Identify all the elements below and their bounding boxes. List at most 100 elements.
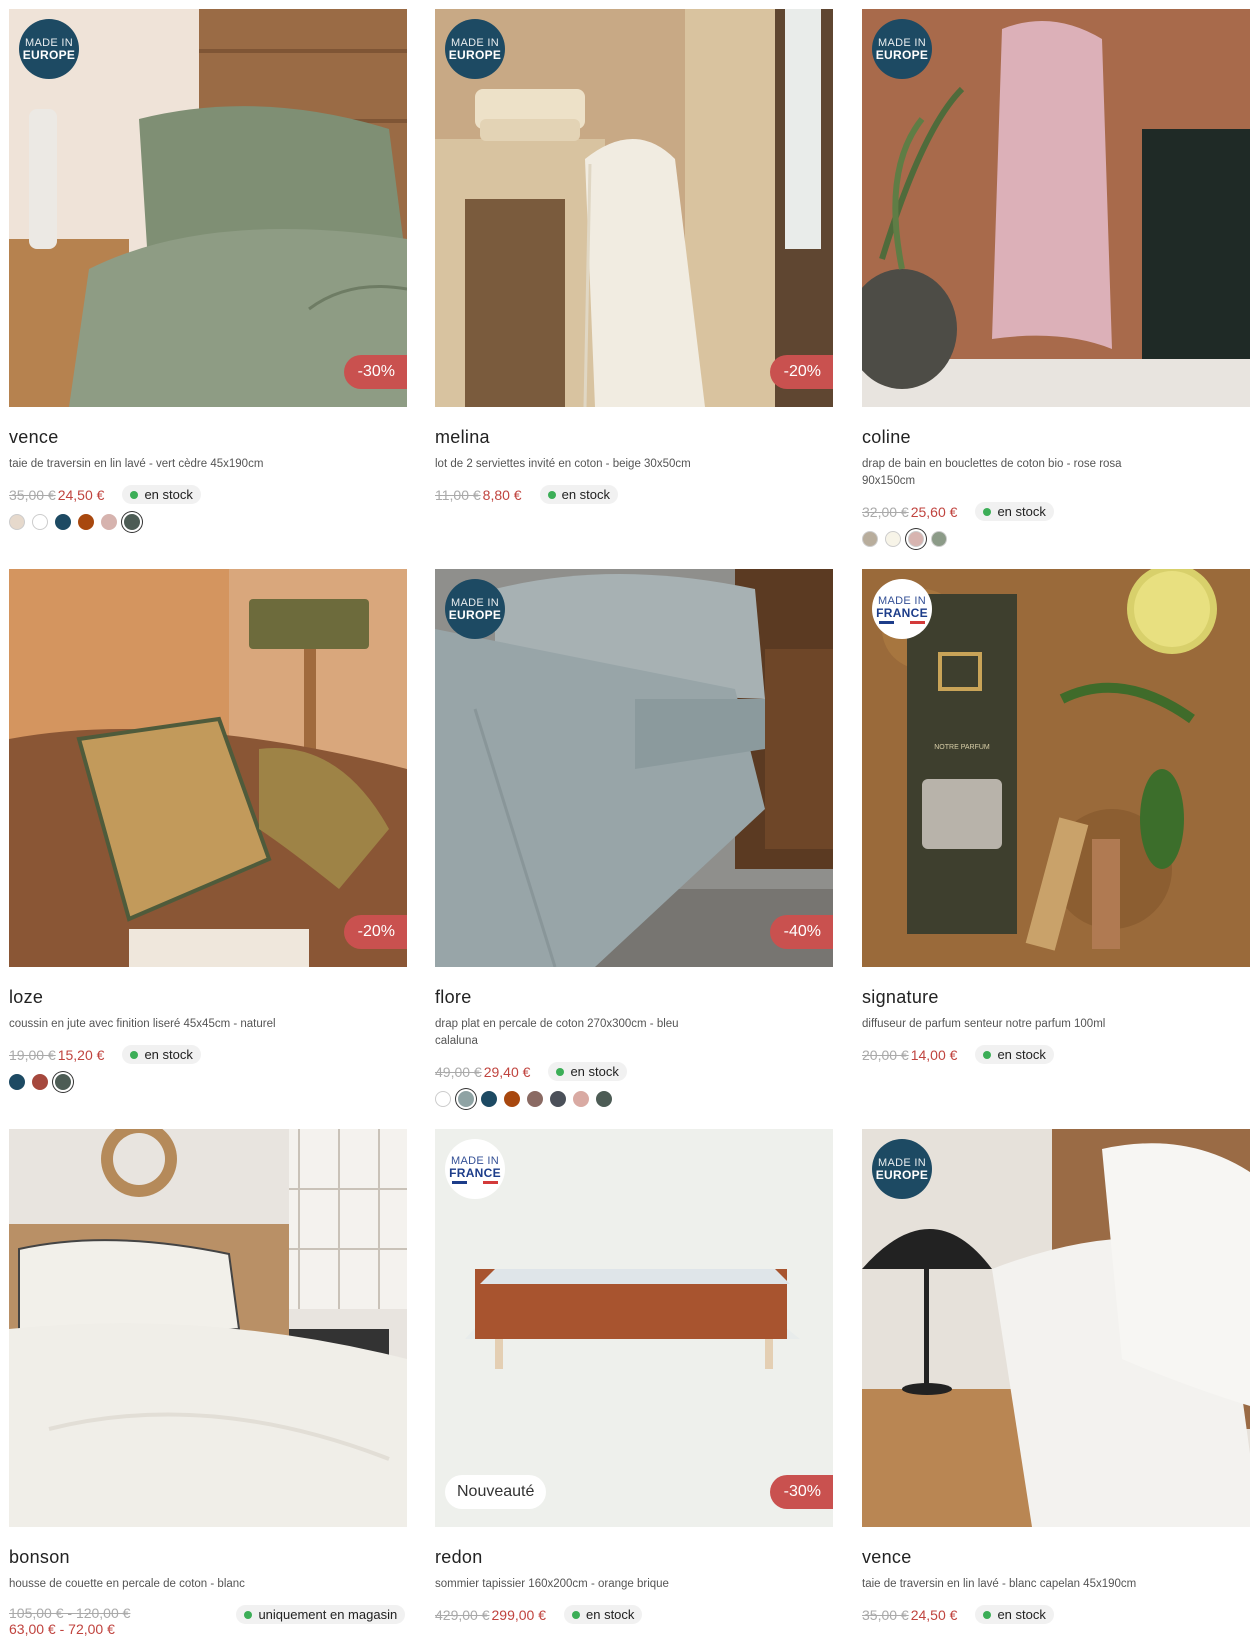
color-swatch-selected[interactable] [908, 531, 924, 547]
color-swatch[interactable] [55, 514, 71, 530]
made-in-badge: MADE IN FRANCE [872, 579, 932, 639]
color-swatch-selected[interactable] [458, 1091, 474, 1107]
color-swatch[interactable] [931, 531, 947, 547]
stock-dot-icon [983, 1050, 992, 1059]
discount-badge: -20% [769, 355, 833, 389]
color-swatch[interactable] [862, 531, 878, 547]
product-description: coussin en jute avec finition liseré 45x… [9, 1018, 276, 1030]
color-swatches [435, 1091, 833, 1107]
duvet-scene-image [9, 1129, 407, 1527]
new-price: 25,60 € [910, 503, 958, 520]
product-title[interactable]: redon [435, 1547, 833, 1568]
french-flag-icon [879, 620, 925, 624]
new-product-badge: Nouveauté [445, 1475, 547, 1509]
product-card[interactable]: -20% loze coussin en jute avec finition … [9, 569, 407, 1090]
color-swatch-selected[interactable] [124, 514, 140, 530]
old-price: 35,00 € [9, 486, 56, 503]
stock-badge: en stock [122, 485, 201, 504]
color-swatch[interactable] [885, 531, 901, 547]
cushion-scene-image [9, 569, 407, 967]
color-swatch[interactable] [9, 514, 25, 530]
product-title[interactable]: flore [435, 987, 833, 1008]
color-swatch[interactable] [435, 1091, 451, 1107]
stock-dot-icon [556, 1067, 565, 1076]
color-swatch[interactable] [550, 1091, 566, 1107]
new-price: 29,40 € [483, 1063, 531, 1080]
color-swatch-selected[interactable] [55, 1074, 71, 1090]
discount-badge: -30% [343, 355, 407, 389]
product-card[interactable]: MADE IN EUROPE -20% melina lot de 2 serv… [435, 9, 833, 504]
product-card[interactable]: MADE IN FRANCE Nouveauté -30% redon somm… [435, 1129, 833, 1624]
stock-badge: uniquement en magasin [236, 1605, 406, 1624]
old-price: 32,00 € [862, 503, 909, 520]
product-description: taie de traversin en lin lavé - blanc ca… [862, 1578, 1137, 1590]
made-in-badge: MADE IN EUROPE [445, 19, 505, 79]
new-price: 63,00 € - 72,00 € [9, 1621, 115, 1637]
product-title[interactable]: melina [435, 427, 833, 448]
product-description: sommier tapissier 160x200cm - orange bri… [435, 1578, 669, 1590]
product-description: diffuseur de parfum senteur notre parfum… [862, 1018, 1106, 1030]
product-title[interactable]: loze [9, 987, 407, 1008]
discount-badge: -20% [343, 915, 407, 949]
product-image[interactable]: MADE IN EUROPE [862, 1129, 1250, 1527]
color-swatch[interactable] [527, 1091, 543, 1107]
color-swatch[interactable] [9, 1074, 25, 1090]
made-in-badge: MADE IN EUROPE [19, 19, 79, 79]
product-image[interactable]: MADE IN EUROPE [862, 9, 1250, 407]
color-swatches [9, 514, 407, 530]
color-swatches [862, 531, 1250, 547]
color-swatch[interactable] [573, 1091, 589, 1107]
product-title[interactable]: vence [862, 1547, 1250, 1568]
product-title[interactable]: signature [862, 987, 1250, 1008]
product-card[interactable]: MADE IN EUROPE vence taie de traversin e… [862, 1129, 1250, 1624]
product-description: housse de couette en percale de coton - … [9, 1578, 245, 1590]
product-card[interactable]: MADE IN EUROPE -40% flore drap plat en p… [435, 569, 833, 1107]
product-card[interactable]: MADE IN EUROPE -30% vence taie de traver… [9, 9, 407, 530]
french-flag-icon [452, 1180, 498, 1184]
new-price: 24,50 € [57, 486, 105, 503]
stock-dot-icon [983, 507, 992, 516]
color-swatch[interactable] [481, 1091, 497, 1107]
stock-badge: en stock [975, 502, 1054, 521]
stock-badge: en stock [975, 1605, 1054, 1624]
color-swatch[interactable] [596, 1091, 612, 1107]
product-image[interactable]: MADE IN EUROPE -30% [9, 9, 407, 407]
made-in-badge: MADE IN EUROPE [872, 19, 932, 79]
old-price: 19,00 € [9, 1046, 56, 1063]
color-swatch[interactable] [32, 1074, 48, 1090]
product-title[interactable]: vence [9, 427, 407, 448]
stock-dot-icon [547, 490, 556, 499]
new-price: 14,00 € [910, 1046, 958, 1063]
product-title[interactable]: bonson [9, 1547, 407, 1568]
product-card[interactable]: bonson housse de couette en percale de c… [9, 1129, 407, 1637]
product-image[interactable]: MADE IN FRANCE Nouveauté -30% [435, 1129, 833, 1527]
stock-badge: en stock [548, 1062, 627, 1081]
product-image[interactable]: -20% [9, 569, 407, 967]
product-image[interactable]: NOTRE PARFUM MADE IN FRANCE [862, 569, 1250, 967]
product-description: drap plat en percale de coton 270x300cm … [435, 1018, 679, 1047]
color-swatches [9, 1074, 407, 1090]
made-in-badge: MADE IN EUROPE [445, 579, 505, 639]
old-price: 105,00 € - 120,00 € [9, 1605, 131, 1621]
new-price: 299,00 € [491, 1606, 547, 1623]
new-price: 24,50 € [910, 1606, 958, 1623]
product-image[interactable]: MADE IN EUROPE -20% [435, 9, 833, 407]
product-image[interactable]: MADE IN EUROPE -40% [435, 569, 833, 967]
stock-dot-icon [572, 1610, 580, 1619]
old-price: 35,00 € [862, 1606, 909, 1623]
stock-dot-icon [983, 1610, 992, 1619]
old-price: 429,00 € [435, 1606, 490, 1623]
new-price: 8,80 € [482, 486, 522, 503]
box-label: NOTRE PARFUM [934, 744, 990, 751]
product-title[interactable]: coline [862, 427, 1250, 448]
color-swatch[interactable] [78, 514, 94, 530]
product-card[interactable]: MADE IN EUROPE coline drap de bain en bo… [862, 9, 1250, 547]
discount-badge: -40% [769, 915, 833, 949]
color-swatch[interactable] [504, 1091, 520, 1107]
old-price: 49,00 € [435, 1063, 482, 1080]
product-image[interactable] [9, 1129, 407, 1527]
stock-badge: en stock [975, 1045, 1054, 1064]
color-swatch[interactable] [32, 514, 48, 530]
color-swatch[interactable] [101, 514, 117, 530]
product-card[interactable]: NOTRE PARFUM MADE IN FRANCE signature di… [862, 569, 1250, 1064]
